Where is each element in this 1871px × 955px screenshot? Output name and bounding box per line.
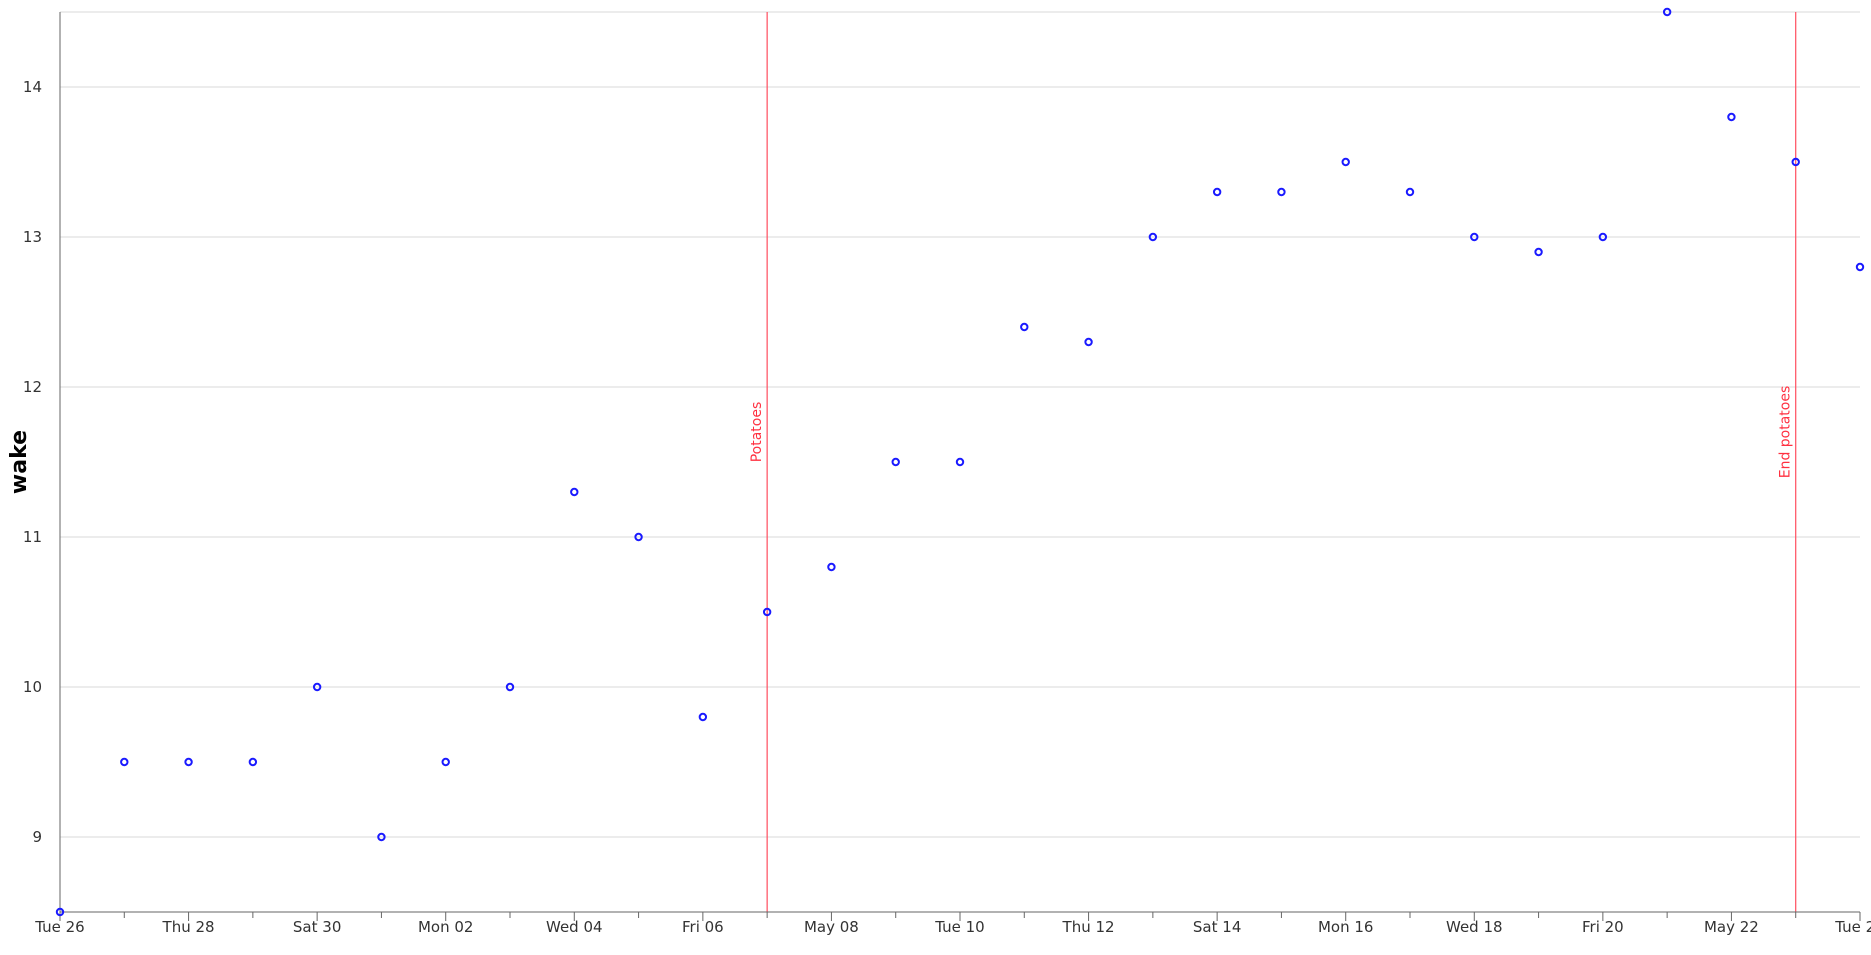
x-tick-label: May 22 xyxy=(1704,918,1759,936)
data-point xyxy=(1534,247,1543,257)
x-tick-label: Sat 14 xyxy=(1193,918,1241,936)
x-tick-label: Tue 26 xyxy=(34,918,84,936)
x-tick-label: Tue 24 xyxy=(1834,918,1871,936)
x-tick-label: Mon 16 xyxy=(1318,918,1373,936)
data-point xyxy=(1405,187,1415,197)
y-tick-label: 10 xyxy=(23,678,42,696)
y-tick-label: 14 xyxy=(23,78,42,96)
x-tick-label: Sat 30 xyxy=(293,918,341,936)
data-point xyxy=(1084,337,1093,347)
data-point xyxy=(570,487,579,497)
data-point xyxy=(1727,112,1736,122)
data-point xyxy=(1020,322,1029,332)
annotation-label: Potatoes xyxy=(749,402,765,463)
grid-layer xyxy=(60,11,1860,838)
data-point xyxy=(1277,187,1286,197)
x-tick-label: May 08 xyxy=(804,918,859,936)
y-tick-label: 12 xyxy=(23,378,42,396)
data-point xyxy=(891,457,900,467)
data-point xyxy=(1341,157,1350,167)
x-tick-label: Fri 20 xyxy=(1582,918,1624,936)
y-tick-label: 9 xyxy=(32,828,42,846)
data-point xyxy=(120,757,129,767)
data-point xyxy=(441,757,450,767)
x-tick-label: Tue 10 xyxy=(934,918,984,936)
data-point xyxy=(184,757,193,767)
y-tick-label: 11 xyxy=(23,528,42,546)
annotation-label: End potatoes xyxy=(1778,386,1794,479)
data-point xyxy=(1855,262,1865,272)
x-tick-label: Mon 02 xyxy=(418,918,473,936)
y-tick-label: 13 xyxy=(23,228,42,246)
data-point xyxy=(827,562,836,572)
data-point xyxy=(955,457,965,467)
data-point xyxy=(1212,187,1222,197)
annotation-layer: Potatoes End potatoes xyxy=(749,12,1797,912)
y-axis-label: wake xyxy=(7,430,32,494)
data-point xyxy=(698,712,708,722)
data-point-layer xyxy=(55,7,1865,917)
x-tick-label: Thu 28 xyxy=(162,918,215,936)
x-tick-label: Wed 18 xyxy=(1446,918,1503,936)
scatter-chart: Potatoes End potatoes 9 10 11 12 13 14 Tue 26 Th… xyxy=(7,7,1871,936)
axis-layer: 9 10 11 12 13 14 Tue 26 Thu 28 Sat 30 Mon 02 Wed 0… xyxy=(23,12,1871,936)
x-tick-label: Thu 12 xyxy=(1062,918,1115,936)
x-tick-label: Fri 06 xyxy=(682,918,724,936)
data-point xyxy=(248,757,258,767)
x-tick-label: Wed 04 xyxy=(546,918,603,936)
